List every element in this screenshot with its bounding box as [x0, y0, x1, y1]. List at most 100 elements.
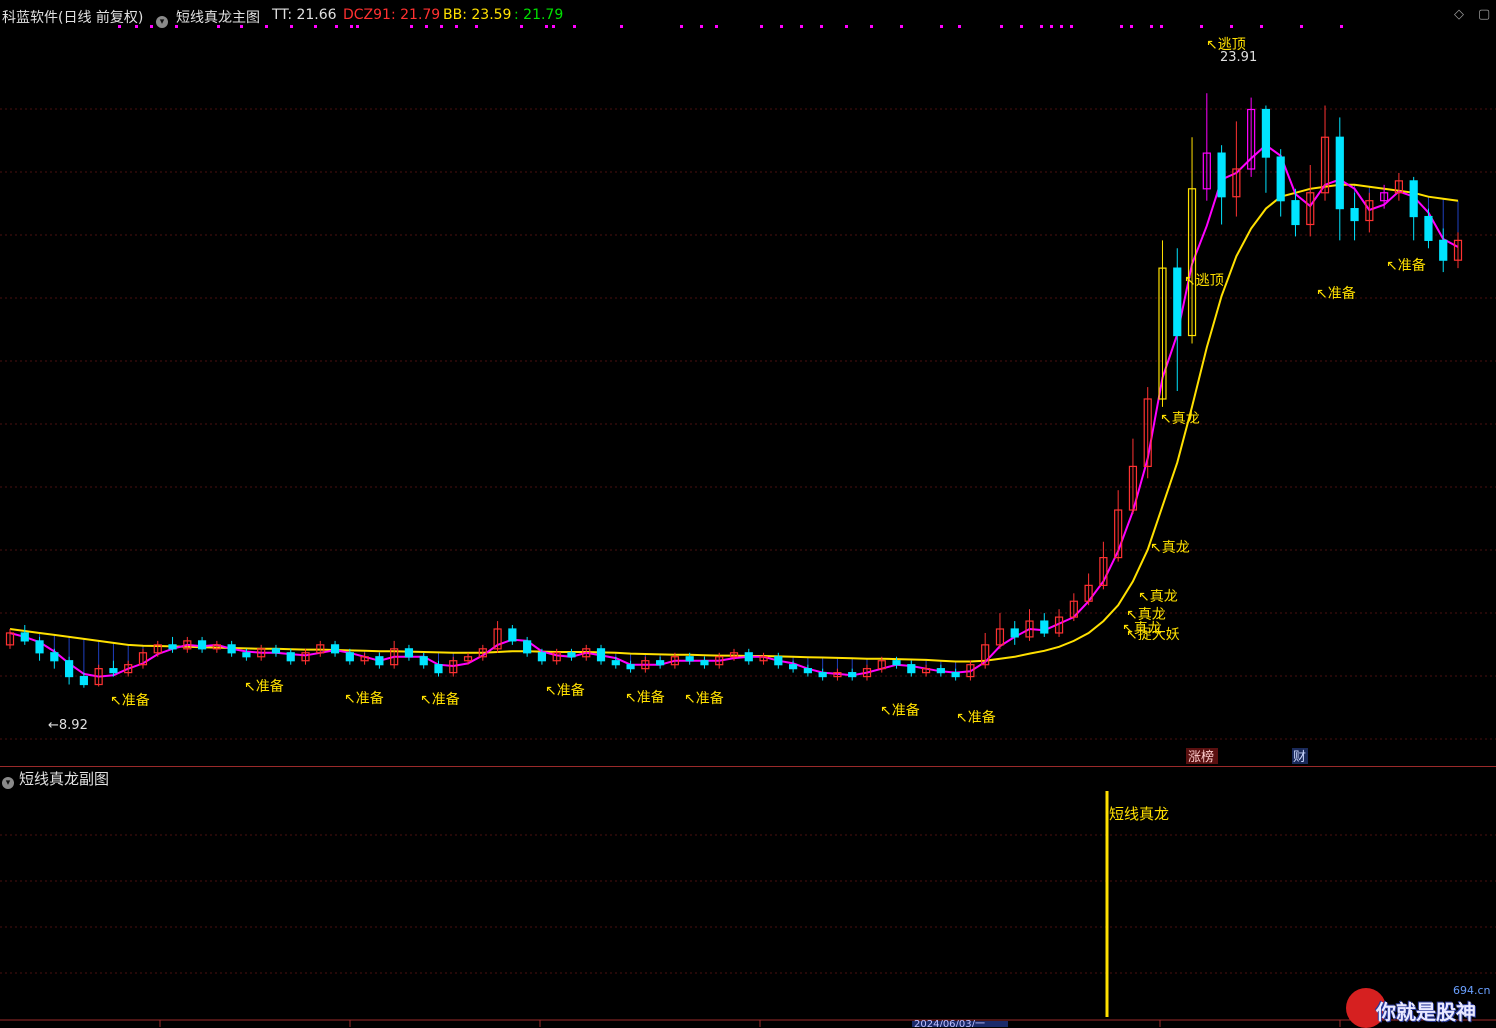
candle-body	[1173, 267, 1182, 337]
signal-dot	[680, 25, 683, 28]
tt-value: TT: 21.66	[272, 7, 337, 23]
dcz-value: DCZ91: 21.79	[343, 7, 441, 23]
signal-dot	[356, 25, 359, 28]
annotation-zl5: ↖真龙	[1160, 411, 1200, 427]
candle-body	[611, 660, 620, 666]
candle-body	[168, 644, 177, 650]
candle-body	[685, 656, 694, 662]
candle-body	[848, 672, 857, 678]
signal-dot	[217, 25, 220, 28]
annotation-zb1: ↖准备	[110, 692, 150, 709]
candle-body	[1010, 628, 1019, 638]
annotation-zl1: ↖真龙	[1150, 540, 1190, 556]
candle-body	[404, 648, 414, 658]
signal-dot	[440, 25, 443, 28]
candle-body	[936, 668, 945, 674]
candle-body	[227, 644, 236, 654]
diamond-icon[interactable]: ◇	[1454, 7, 1464, 22]
candle-body	[35, 640, 44, 654]
annotation-zb10: ↖准备	[1316, 285, 1356, 302]
signal-dot	[940, 25, 943, 28]
signal-dot	[1060, 25, 1063, 28]
signal-dot	[1160, 25, 1163, 28]
ma-magenta-line	[9, 143, 1459, 678]
signal-dot	[135, 25, 138, 28]
sub-toggle-icon[interactable]: ▾	[2, 771, 14, 789]
chart-header: 科蓝软件(日线 前复权) ▾ 短线真龙主图 TT: 21.66 DCZ91: 2…	[0, 0, 1496, 32]
window-icon[interactable]: ▢	[1478, 7, 1490, 22]
signal-dot	[425, 25, 428, 28]
signal-dot	[455, 25, 458, 28]
signal-dot	[1040, 25, 1043, 28]
candle-body	[523, 640, 532, 654]
candle-body	[596, 648, 606, 662]
candle-body	[1409, 180, 1418, 218]
signal-dot	[552, 25, 555, 28]
signal-dot	[800, 25, 803, 28]
candle-body	[951, 672, 960, 678]
candle-body	[1335, 136, 1344, 210]
candle-body	[330, 644, 340, 654]
signal-dot	[780, 25, 783, 28]
candle-body	[803, 668, 812, 674]
sub-chart[interactable]: 短线真龙	[0, 789, 1496, 1019]
signal-dot	[240, 25, 243, 28]
candle-body	[656, 660, 665, 666]
signal-dot	[620, 25, 623, 28]
signal-dot	[1150, 25, 1153, 28]
zhangbang-badge: 涨榜	[1188, 749, 1214, 765]
candle-body	[242, 652, 251, 658]
annotation-zb7: ↖准备	[684, 690, 724, 707]
signal-dot-row	[118, 25, 1343, 28]
signal-dot	[820, 25, 823, 28]
signal-dot	[715, 25, 718, 28]
main-kline-chart[interactable]: ↖准备↖准备↖准备 ↖准备↖准备 ↖准备 ↖准备↖准备 ↖准备↖真龙↖真龙↖真龙↖真龙↖…	[0, 32, 1496, 766]
signal-label: 短线真龙	[1109, 805, 1169, 823]
time-axis[interactable]: 2024/06/03/一	[0, 1019, 1496, 1027]
candle-body	[1040, 620, 1049, 634]
sub-chart-title[interactable]: 短线真龙副图	[19, 768, 109, 789]
candle-body	[109, 668, 118, 674]
candle-body	[818, 672, 827, 678]
signal-dot	[700, 25, 703, 28]
annotation-zb9: ↖准备	[956, 709, 996, 726]
high-price-label: 23.91	[1220, 50, 1257, 65]
annotation-tp2: ↖逃顶	[1184, 273, 1224, 289]
candle-body	[774, 656, 783, 666]
signal-dot	[265, 25, 268, 28]
annotation-zb5: ↖准备	[545, 682, 585, 699]
candle-body	[375, 656, 384, 666]
signal-dot	[573, 25, 576, 28]
signal-dot	[1070, 25, 1073, 28]
candle-body	[537, 652, 547, 662]
candle-body	[892, 660, 901, 666]
candle-body	[79, 675, 88, 686]
signal-dot	[870, 25, 873, 28]
signal-dot	[1200, 25, 1203, 28]
signal-dot	[1020, 25, 1023, 28]
signal-dot	[290, 25, 293, 28]
sub-chart-header: ▾ 短线真龙副图	[0, 767, 600, 789]
signal-dot	[1000, 25, 1003, 28]
candle-body	[197, 640, 207, 650]
candle-body	[345, 652, 354, 662]
signal-dot	[1050, 25, 1053, 28]
candle-body	[508, 628, 517, 642]
signal-dot	[1300, 25, 1303, 28]
signal-dot	[1340, 25, 1343, 28]
signal-dot	[545, 25, 548, 28]
signal-dot	[1230, 25, 1233, 28]
signal-dot	[150, 25, 153, 28]
candle-body	[1276, 156, 1285, 202]
ma-yellow-line	[9, 183, 1459, 663]
candle-body	[20, 632, 29, 642]
signal-dot	[350, 25, 353, 28]
candle-body	[700, 660, 709, 666]
candle-body	[1439, 239, 1448, 261]
candle-body	[1217, 152, 1226, 198]
signal-dot	[900, 25, 903, 28]
candle-body	[1261, 108, 1271, 158]
candle-body	[419, 656, 428, 666]
bb2-value: : 21.79	[514, 7, 564, 23]
watermark-site: 694.cn	[1453, 984, 1491, 997]
